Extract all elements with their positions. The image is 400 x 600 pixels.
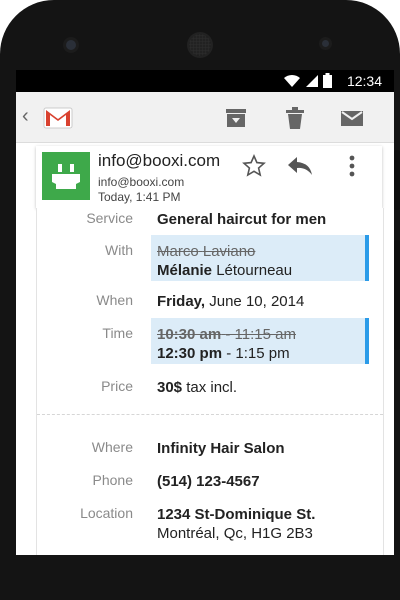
price-suffix: tax incl. <box>186 379 238 396</box>
archive-icon[interactable] <box>222 104 250 132</box>
with-old: Marco Laviano <box>157 242 292 261</box>
with-value: Marco Laviano Mélanie Létourneau <box>157 242 292 280</box>
sender-avatar <box>42 152 90 200</box>
battery-icon <box>323 73 332 88</box>
status-icons <box>283 73 332 88</box>
email-header: info@booxi.com info@booxi.com Today, 1:4… <box>36 146 382 208</box>
front-camera <box>66 40 76 50</box>
with-new-first: Mélanie <box>157 262 213 279</box>
appointment-details: Service General haircut for men With Mar… <box>36 208 384 555</box>
phone-top-bezel <box>0 0 400 70</box>
mail-icon[interactable] <box>338 104 366 132</box>
wifi-icon <box>284 74 300 87</box>
with-new-last: Létourneau <box>216 262 293 279</box>
with-old-first: Marco <box>157 243 199 260</box>
with-label: With <box>105 242 133 258</box>
location-line2: Montréal, Qc, H1G 2B3 <box>157 525 313 542</box>
time-old-end: - 11:15 am <box>225 326 296 343</box>
earpiece-speaker <box>189 34 211 56</box>
phone-screen: 12:34 ‹ info@booxi.com info@booxi.com To… <box>16 70 394 555</box>
service-label: Service <box>86 210 133 226</box>
time-new-start: 12:30 pm <box>157 345 223 362</box>
power-button <box>394 150 400 210</box>
where-label: Where <box>91 439 133 455</box>
time-label: Time <box>102 325 133 341</box>
overflow-menu-icon[interactable] <box>348 154 356 178</box>
time-old-start: 10:30 am <box>157 326 222 343</box>
star-icon[interactable] <box>242 154 266 178</box>
location-line1: 1234 St-Dominique St. <box>157 506 316 523</box>
price-label: Price <box>101 378 133 394</box>
time-old: 10:30 am - 11:15 am <box>157 325 296 344</box>
back-icon[interactable]: ‹ <box>22 105 29 128</box>
when-day: Friday, <box>157 293 206 310</box>
proximity-sensor <box>322 40 329 47</box>
when-date: June 10, 2014 <box>209 293 305 310</box>
sender-email: info@booxi.com <box>98 151 221 170</box>
when-label: When <box>96 292 133 308</box>
phone-label: Phone <box>92 472 133 488</box>
signal-icon <box>306 74 318 87</box>
service-value: General haircut for men <box>157 211 327 228</box>
status-bar: 12:34 <box>16 70 394 92</box>
reply-icon[interactable] <box>286 154 314 178</box>
with-new: Mélanie Létourneau <box>157 261 292 280</box>
time-new: 12:30 pm - 1:15 pm <box>157 344 296 363</box>
with-old-last: Laviano <box>202 243 256 260</box>
sender-sub-email: info@booxi.com <box>98 175 185 189</box>
where-value: Infinity Hair Salon <box>157 440 285 457</box>
gmail-icon[interactable] <box>42 101 74 133</box>
when-value: Friday, June 10, 2014 <box>157 292 304 311</box>
trash-icon[interactable] <box>281 104 309 132</box>
location-value[interactable]: 1234 St-Dominique St. Montréal, Qc, H1G … <box>157 505 315 543</box>
location-label: Location <box>80 505 133 521</box>
section-divider <box>37 414 383 415</box>
price-amount: 30$ <box>157 379 183 396</box>
time-new-end: - 1:15 pm <box>226 345 290 362</box>
phone-value[interactable]: (514) 123-4567 <box>157 472 260 491</box>
sender-details: info@booxi.com Today, 1:41 PM <box>98 175 184 205</box>
email-date: Today, 1:41 PM <box>98 190 181 204</box>
app-bar: ‹ <box>16 92 394 143</box>
volume-button <box>394 240 400 350</box>
price-value: 30$ tax incl. <box>157 378 237 397</box>
time-value: 10:30 am - 11:15 am 12:30 pm - 1:15 pm <box>157 325 296 363</box>
status-time: 12:34 <box>346 73 382 89</box>
